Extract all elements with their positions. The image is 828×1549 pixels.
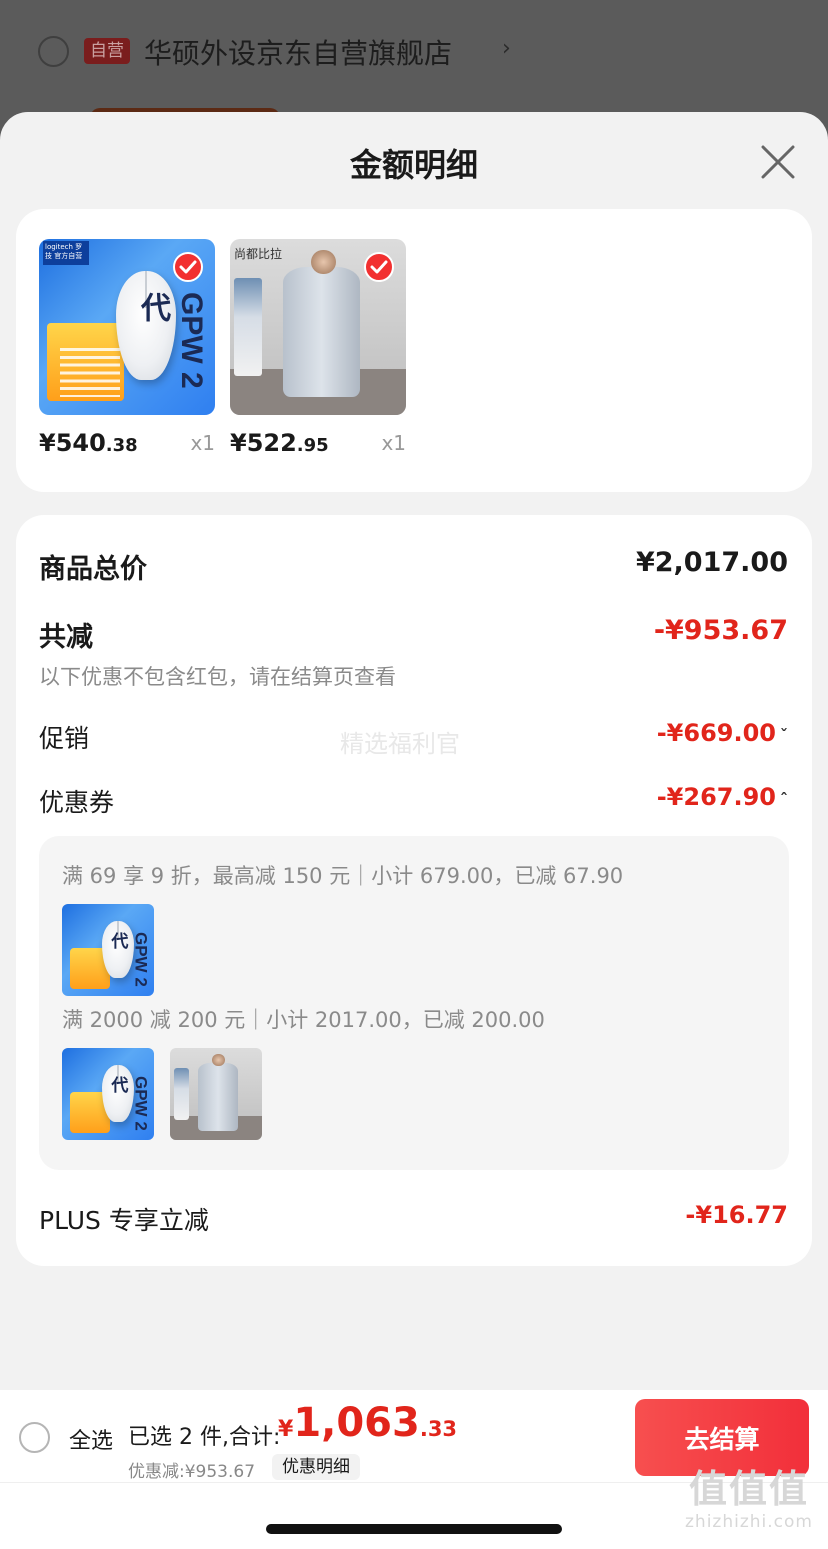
chevron-down-icon[interactable]: ˇ bbox=[780, 726, 788, 745]
products-card: logitech 罗技 官方自营 GPW 2代 ¥540.38 x1 尚都比拉 … bbox=[16, 209, 812, 492]
background-store-row: 自营 华硕外设京东自营旗舰店 › bbox=[0, 0, 828, 128]
store-radio-icon bbox=[38, 36, 69, 67]
coat-brand: 尚都比拉 bbox=[234, 247, 283, 261]
plus-discount-label: PLUS 专享立减 bbox=[39, 1206, 209, 1235]
selected-count-text: 已选 2 件,合计: bbox=[128, 1425, 281, 1450]
coupon-value: -¥267.90 ˆ bbox=[656, 783, 788, 811]
product-item[interactable]: logitech 罗技 官方自营 GPW 2代 ¥540.38 x1 bbox=[39, 239, 215, 469]
discount-summary: 优惠减:¥953.67 bbox=[128, 1462, 256, 1482]
check-icon[interactable] bbox=[173, 252, 203, 282]
coupon-rule: 满 2000 减 200 元｜小计 2017.00，已减 200.00 bbox=[62, 1008, 545, 1032]
checkout-button[interactable]: 去结算 bbox=[635, 1399, 809, 1476]
reduce-hint: 以下优惠不包含红包，请在结算页查看 bbox=[39, 665, 396, 689]
chevron-right-icon: › bbox=[502, 36, 511, 61]
promo-row[interactable]: 促销 -¥669.00 ˇ bbox=[39, 719, 788, 755]
coupon-rule: 满 69 享 9 折，最高减 150 元｜小计 679.00，已减 67.90 bbox=[62, 864, 624, 888]
self-operated-badge: 自营 bbox=[84, 38, 130, 64]
select-all-label[interactable]: 全选 bbox=[69, 1423, 113, 1455]
plus-discount-row: PLUS 专享立减 -¥16.77 bbox=[39, 1201, 788, 1237]
logitech-logo: logitech 罗技 官方自营 bbox=[43, 241, 89, 265]
check-icon[interactable] bbox=[364, 252, 394, 282]
product-qty: x1 bbox=[190, 431, 215, 455]
coupon-product-thumbnail bbox=[170, 1048, 262, 1140]
discount-detail-button[interactable]: 优惠明细 bbox=[272, 1454, 360, 1480]
total-reduce-value: -¥953.67 bbox=[653, 615, 788, 646]
total-amount: ¥1,063.33 bbox=[278, 1400, 458, 1446]
site-watermark: 值值值 zhizhizhi.com bbox=[676, 1466, 822, 1532]
total-price-value: ¥2,017.00 bbox=[635, 547, 788, 578]
product-price: ¥522.95 bbox=[230, 429, 329, 457]
close-icon[interactable] bbox=[758, 142, 798, 182]
plus-discount-value: -¥16.77 bbox=[685, 1201, 788, 1229]
product-qty: x1 bbox=[381, 431, 406, 455]
product-thumbnail-mouse: logitech 罗技 官方自营 GPW 2代 bbox=[39, 239, 215, 415]
coupon-product-thumbnail: GPW 2代 bbox=[62, 1048, 154, 1140]
total-reduce-row: 共减 -¥953.67 bbox=[39, 615, 788, 654]
total-price-row: 商品总价 ¥2,017.00 bbox=[39, 547, 788, 586]
promo-value: -¥669.00 ˇ bbox=[656, 719, 788, 747]
site-watermark-glyphs: 值值值 bbox=[688, 1467, 809, 1511]
amount-detail-sheet: 金额明细 logitech 罗技 官方自营 GPW 2代 ¥540.38 x1 … bbox=[0, 112, 828, 1549]
sheet-title: 金额明细 bbox=[349, 146, 478, 184]
price-details-card: 商品总价 ¥2,017.00 共减 -¥953.67 以下优惠不包含红包，请在结… bbox=[16, 515, 812, 1266]
store-name: 华硕外设京东自营旗舰店 bbox=[144, 37, 453, 70]
coupon-product-thumbnail: GPW 2代 bbox=[62, 904, 154, 996]
product-price: ¥540.38 bbox=[39, 429, 138, 457]
product-item[interactable]: 尚都比拉 ¥522.95 x1 bbox=[230, 239, 406, 469]
coupon-breakdown: 满 69 享 9 折，最高减 150 元｜小计 679.00，已减 67.90 … bbox=[39, 836, 789, 1170]
product-thumbnail-coat: 尚都比拉 bbox=[230, 239, 406, 415]
checkout-bar: 全选 已选 2 件,合计: ¥1,063.33 优惠减:¥953.67 优惠明细… bbox=[0, 1390, 828, 1549]
site-watermark-domain: zhizhizhi.com bbox=[685, 1512, 813, 1532]
coat-image bbox=[282, 267, 361, 398]
radio-unchecked-icon[interactable] bbox=[19, 1422, 50, 1453]
coupon-row[interactable]: 优惠券 -¥267.90 ˆ bbox=[39, 783, 788, 819]
gpw-label: GPW 2代 bbox=[135, 291, 208, 389]
chevron-up-icon[interactable]: ˆ bbox=[780, 790, 788, 809]
home-indicator bbox=[266, 1524, 562, 1534]
